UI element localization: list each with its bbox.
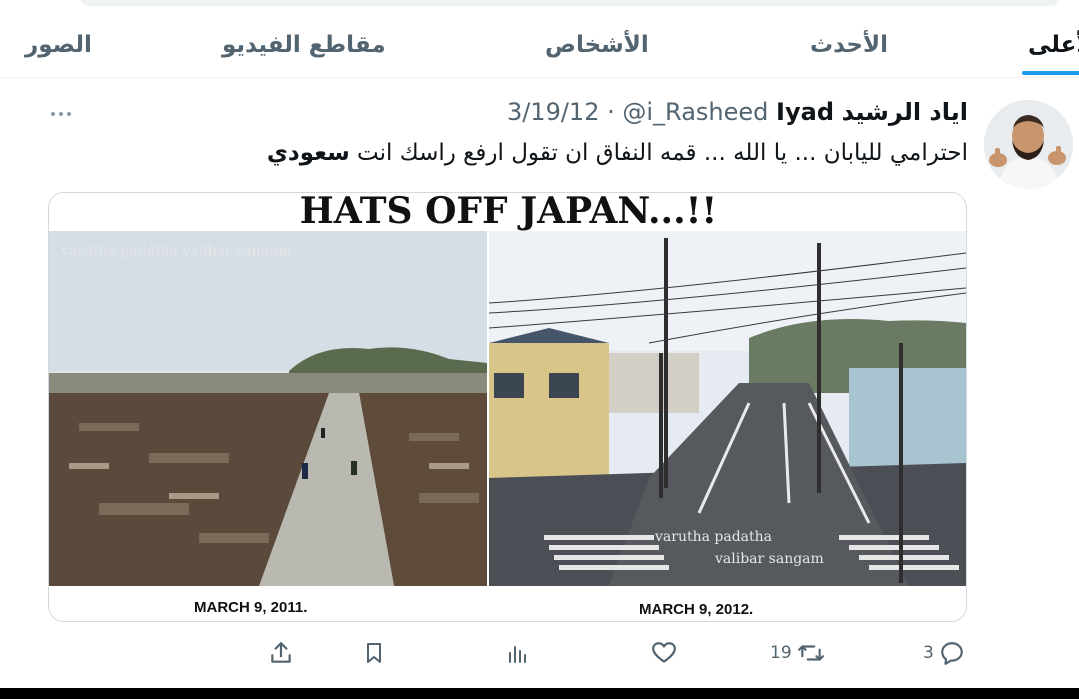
retweet-button[interactable]: 19 (770, 640, 825, 668)
caption-left: MARCH 9, 2011. (194, 599, 308, 616)
share-icon (271, 642, 291, 663)
tab-top[interactable]: الأعلى (1028, 32, 1079, 58)
tab-photos[interactable]: الصور (25, 32, 92, 58)
search-bar[interactable] (80, 0, 1060, 6)
tab-people[interactable]: الأشخاص (545, 32, 649, 58)
tweet-media[interactable]: HATS OFF JAPAN...!! varutha padatha vali… (48, 192, 967, 622)
tweet-text-bold: سعودي (266, 140, 350, 166)
share-button[interactable] (268, 640, 294, 668)
tweet-header: 3/19/12 · @i_Rasheed Iyad اياد الرشيد (420, 98, 968, 130)
tab-latest[interactable]: الأحدث (810, 32, 888, 58)
like-button[interactable] (651, 640, 677, 668)
tweet-actions: 19 3 (0, 636, 1079, 672)
watermark-right-line2: valibar sangam (715, 551, 824, 567)
author-name-en[interactable]: Iyad (776, 98, 834, 126)
search-results-page: الأعلى الأحدث الأشخاص مقاطع الفيديو الصو… (0, 0, 1079, 699)
tab-videos[interactable]: مقاطع الفيديو (222, 32, 386, 58)
author-handle[interactable]: @i_Rasheed (622, 98, 768, 126)
views-icon (509, 646, 526, 663)
search-tabs: الأعلى الأحدث الأشخاص مقاطع الفيديو الصو… (0, 20, 1079, 78)
reply-count: 3 (923, 643, 934, 663)
tweet-date[interactable]: 3/19/12 (507, 98, 600, 126)
header-separator: · (607, 98, 615, 126)
photo-before (49, 231, 487, 586)
tweet-text-main: احترامي لليابان ... يا الله ... قمه النف… (349, 140, 968, 166)
watermark-left: varutha padatha valibar sangam (61, 243, 292, 259)
bottom-bar (0, 688, 1079, 699)
bookmark-button[interactable] (362, 640, 386, 668)
caption-right: MARCH 9, 2012. (639, 601, 754, 618)
reply-button[interactable]: 3 (923, 640, 965, 668)
active-tab-indicator (1022, 71, 1079, 75)
retweet-icon (798, 645, 825, 661)
more-icon[interactable] (48, 104, 74, 124)
reply-icon (941, 642, 964, 665)
watermark-right-line1: varutha padatha (655, 529, 773, 545)
retweet-count: 19 (770, 643, 792, 663)
author-name-ar[interactable]: اياد الرشيد (842, 98, 968, 126)
bookmark-icon (367, 643, 381, 663)
meme-title: HATS OFF JAPAN...!! (299, 192, 718, 232)
avatar[interactable] (984, 100, 1073, 189)
heart-icon (652, 642, 676, 663)
tweet-text: احترامي لليابان ... يا الله ... قمه النف… (150, 140, 968, 166)
views-button[interactable] (506, 640, 530, 668)
